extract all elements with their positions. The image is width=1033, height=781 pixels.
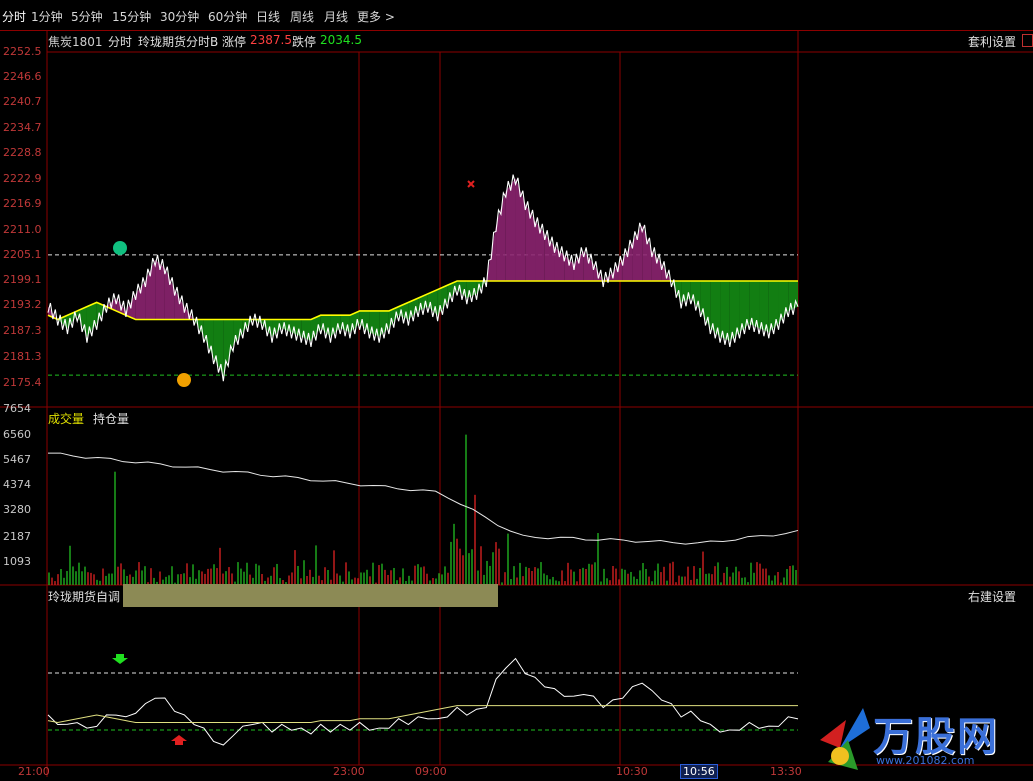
trend-band-segment: [622, 242, 633, 281]
price-tick: 2228.8: [3, 146, 42, 159]
trend-band-segment: [720, 280, 730, 341]
price-tick: 2240.7: [3, 95, 42, 108]
price-tick: 2246.6: [3, 70, 42, 83]
trend-band-segment: [496, 191, 506, 281]
arbitrage-settings-button[interactable]: 套利设置: [968, 33, 1016, 50]
price-tick: 2252.5: [3, 45, 42, 58]
trend-band-segment: [505, 178, 516, 281]
open-interest-line: [47, 452, 799, 545]
chart-mode: 分时: [108, 35, 133, 49]
trend-band-segment: [213, 319, 224, 376]
volume-tick: 3280: [3, 503, 31, 516]
trend-band-segment: [632, 225, 643, 281]
sell-signal-icon: [113, 241, 127, 255]
price-tick: 2234.7: [3, 121, 42, 134]
symbol-name: 焦炭1801: [48, 35, 103, 49]
price-tick: 2181.3: [3, 350, 42, 363]
chart-grid: [0, 30, 1033, 777]
limit-up-value: 2387.5: [250, 33, 292, 47]
time-tick: 21:00: [18, 765, 50, 778]
down-arrow-icon: [112, 654, 128, 664]
price-tick: 2187.3: [3, 324, 42, 337]
open-interest-series: [47, 452, 799, 545]
price-tick: 2175.4: [3, 376, 42, 389]
site-logo: 万股网 www.201082.com: [818, 700, 1033, 777]
chart-canvas: [0, 30, 1033, 777]
price-tick: 2211.0: [3, 223, 42, 236]
trend-band-segment: [583, 251, 594, 281]
panel-toggle-icon[interactable]: [1022, 34, 1033, 47]
volume-tick: 4374: [3, 478, 31, 491]
price-tick: 2193.2: [3, 298, 42, 311]
price-tick: 2216.9: [3, 197, 42, 210]
indicator-overlay-bar: [123, 584, 498, 607]
volume-tick: 1093: [3, 555, 31, 568]
price-tick: 2199.1: [3, 273, 42, 286]
signal-markers: [112, 180, 475, 745]
trend-band-segment: [145, 259, 156, 320]
time-tick: 23:00: [333, 765, 365, 778]
trend-band-segment: [642, 225, 652, 281]
limit-up-label: 涨停: [222, 35, 247, 49]
indicator-lines: [47, 657, 799, 746]
open-interest-label: 持仓量: [93, 412, 130, 426]
limit-down-label: 跌停: [292, 35, 317, 49]
time-tick: 13:30: [770, 765, 802, 778]
volume-tick: 6560: [3, 428, 31, 441]
up-arrow-icon: [171, 735, 187, 745]
trend-band-segment: [651, 251, 662, 281]
indicator-name[interactable]: 玲珑期货分时B: [138, 33, 218, 50]
volume-label: 成交量: [48, 412, 85, 426]
volume-bars: [48, 434, 797, 585]
trend-bands: [48, 178, 798, 376]
logo-url: www.201082.com: [876, 754, 975, 767]
limit-down-value: 2034.5: [320, 33, 362, 47]
volume-tick: 7654: [3, 402, 31, 415]
time-tick: 10:30: [616, 765, 648, 778]
price-tick: 2222.9: [3, 172, 42, 185]
trend-band-segment: [164, 268, 175, 320]
buy-signal-icon: [177, 373, 191, 387]
time-tick: 09:00: [415, 765, 447, 778]
right-settings-button[interactable]: 右建设置: [968, 588, 1016, 605]
trend-band-segment: [573, 251, 584, 281]
price-tick: 2205.1: [3, 248, 42, 261]
volume-tick: 2187: [3, 530, 31, 543]
sub-indicator-title[interactable]: 玲珑期货自调: [48, 588, 120, 605]
volume-tick: 5467: [3, 453, 31, 466]
indicator-price-series: [47, 657, 799, 746]
